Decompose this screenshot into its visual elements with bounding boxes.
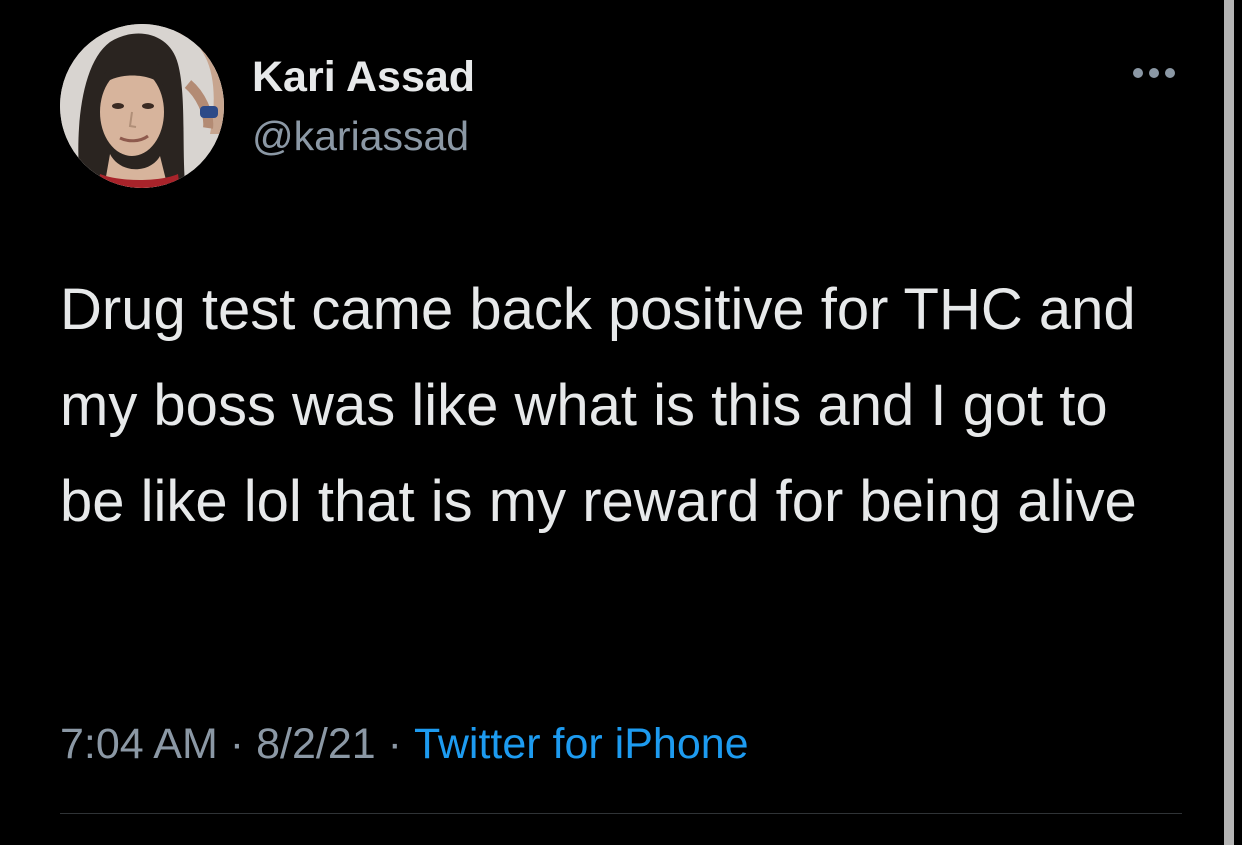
ellipsis-icon[interactable] (1130, 62, 1178, 84)
display-name[interactable]: Kari Assad (252, 52, 475, 102)
avatar-photo (60, 24, 224, 188)
tweet-text: Drug test came back positive for THC and… (60, 277, 1137, 534)
avatar[interactable] (60, 24, 224, 188)
tweet-time[interactable]: 7:04 AM (60, 720, 218, 768)
tweet-source-link[interactable]: Twitter for iPhone (414, 720, 749, 768)
tweet-metadata: 7:04 AM · 8/2/21 · Twitter for iPhone (60, 716, 749, 772)
user-handle[interactable]: @kariassad (252, 112, 469, 160)
separator-dot: · (387, 720, 402, 768)
divider (60, 813, 1182, 814)
separator-dot: · (229, 720, 245, 768)
tweet: Kari Assad @kariassad Drug test came bac… (0, 0, 1222, 845)
tweet-date[interactable]: 8/2/21 (256, 720, 376, 768)
scrollbar[interactable] (1224, 0, 1234, 845)
